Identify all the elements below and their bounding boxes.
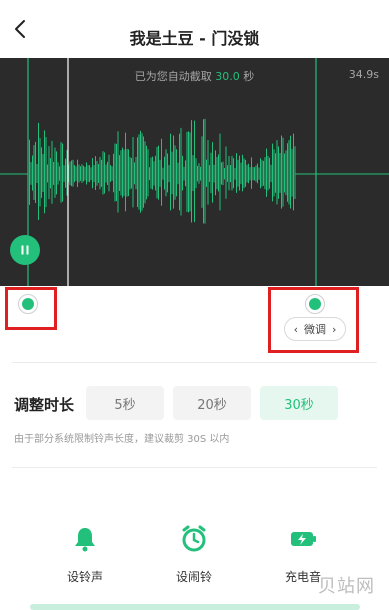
auto-trim-info: 已为您自动截取 30.0 秒 — [0, 68, 389, 84]
bell-icon — [75, 528, 95, 552]
page-title: 我是土豆 - 门没锁 — [129, 29, 260, 48]
waveform-panel[interactable]: 已为您自动截取 30.0 秒 34.9s — [0, 58, 389, 286]
divider — [12, 467, 377, 468]
top-bar: 我是土豆 - 门没锁 — [0, 0, 389, 58]
bottom-button-edge — [30, 604, 360, 610]
battery-charging-icon — [291, 532, 316, 546]
duration-option-30s[interactable]: 30秒 — [260, 386, 338, 420]
duration-option-20s[interactable]: 20秒 — [173, 386, 251, 420]
pause-icon — [21, 245, 29, 255]
total-duration: 34.9s — [348, 68, 379, 81]
highlight-box-right — [268, 287, 359, 353]
auto-trim-suffix: 秒 — [239, 70, 255, 83]
duration-hint: 由于部分系统限制铃声长度，建议裁剪 30S 以内 — [14, 434, 230, 445]
waveform[interactable] — [0, 58, 389, 286]
highlight-box-left — [5, 287, 57, 330]
divider — [12, 362, 377, 363]
set-alarm-button[interactable]: 设闹铃 — [159, 524, 229, 585]
duration-option-5s[interactable]: 5秒 — [86, 386, 164, 420]
set-alarm-label: 设闹铃 — [175, 570, 212, 584]
set-ringtone-button[interactable]: 设铃声 — [50, 524, 120, 585]
alarm-clock-icon — [182, 525, 206, 552]
auto-trim-seconds: 30.0 — [215, 70, 240, 83]
set-ringtone-label: 设铃声 — [66, 570, 103, 584]
watermark-text: 贝站网 — [318, 576, 375, 597]
auto-trim-prefix: 已为您自动截取 — [134, 70, 216, 83]
duration-label: 调整时长 — [14, 396, 75, 414]
pause-button[interactable] — [10, 235, 40, 265]
